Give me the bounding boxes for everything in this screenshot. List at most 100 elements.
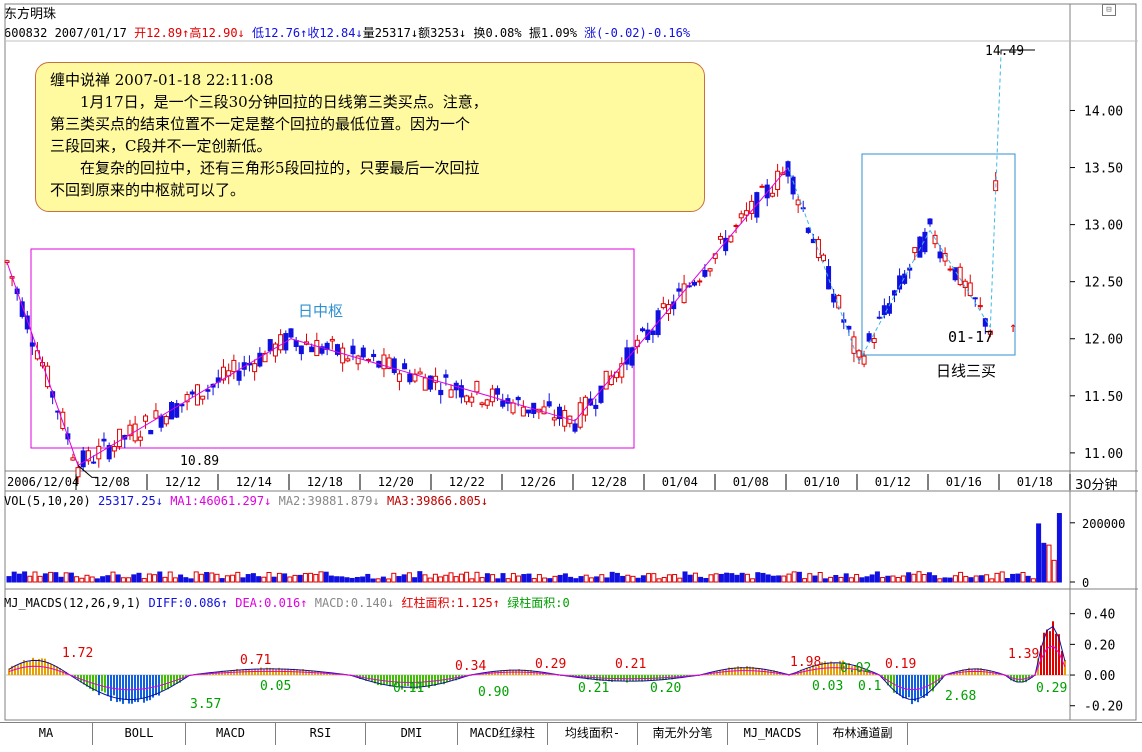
volume-bar	[942, 577, 948, 583]
macd-bar	[383, 675, 385, 685]
volume-bar	[692, 572, 698, 583]
price-tick-label: 14.00	[1084, 104, 1123, 119]
volume-bar	[848, 577, 854, 583]
volume-bar	[906, 572, 912, 583]
volume-bar	[1036, 523, 1042, 583]
macd-bar	[113, 675, 115, 696]
candle-body	[572, 423, 578, 432]
candle-body	[697, 280, 703, 283]
volume-bar	[79, 577, 85, 583]
volume-bar	[750, 578, 756, 583]
volume-bar	[479, 577, 485, 583]
period-label[interactable]: 30分钟	[1075, 474, 1118, 493]
tab-tick[interactable]: 南无外分笔	[638, 723, 728, 745]
candle-body	[4, 260, 10, 264]
tab-rsi[interactable]: RSI	[276, 723, 366, 745]
time-tick-label: 01/10	[804, 475, 840, 489]
volume-bar	[365, 573, 371, 583]
candle-body	[137, 436, 143, 441]
candle-body	[272, 343, 278, 357]
volume-bar	[297, 574, 303, 583]
volume-bar	[625, 574, 631, 583]
tab-ma-area[interactable]: 均线面积-	[548, 723, 638, 745]
volume-bar	[344, 577, 350, 583]
volume-bar	[406, 572, 412, 583]
volume-bar	[646, 573, 652, 583]
volume-bar	[1015, 573, 1021, 583]
note-line-4: 在复杂的回拉中，还有三角形5段回拉的，只要最后一次回拉	[80, 159, 480, 177]
candle-body	[80, 450, 86, 468]
volume-bar	[661, 576, 667, 583]
zhongshu-label: 日中枢	[298, 302, 344, 320]
time-tick-label: 12/28	[591, 475, 627, 489]
macd-bar	[827, 662, 829, 676]
volume-bar	[531, 578, 537, 583]
volume-bar	[666, 574, 672, 583]
macd-bar	[119, 675, 121, 702]
vol-ma3: MA3:39866.805↓	[386, 494, 489, 508]
macd-bar	[1055, 633, 1057, 676]
volume-bar	[349, 577, 355, 583]
candle-body	[205, 389, 211, 392]
candle-body	[743, 210, 749, 216]
macd-bar	[974, 669, 976, 676]
volume-bar	[718, 573, 724, 583]
volume-bar	[568, 576, 574, 583]
macd-bar	[437, 675, 439, 685]
macd-area-label: 0.90	[478, 685, 509, 700]
tab-mj-macds[interactable]: MJ_MACDS	[728, 723, 818, 745]
candle-body	[293, 340, 299, 348]
candle-body	[148, 429, 154, 435]
tab-boll[interactable]: BOLL	[93, 723, 186, 745]
time-tick-label: 01/12	[875, 475, 911, 489]
low-price-label: 10.89	[180, 454, 220, 469]
tab-macd[interactable]: MACD	[186, 723, 276, 745]
volume-bar	[708, 574, 714, 583]
volume-bar	[973, 575, 979, 583]
candle-body	[355, 355, 361, 365]
candle-body	[912, 247, 918, 254]
time-tick-label: 12/12	[165, 475, 201, 489]
volume-bar	[984, 574, 990, 583]
volume-bar	[807, 573, 813, 583]
candle-body	[448, 389, 454, 398]
volume-bar	[703, 577, 709, 583]
volume-bar	[594, 576, 600, 583]
candle-body	[510, 402, 516, 414]
volume-bar	[952, 575, 958, 583]
volume-bar	[427, 577, 433, 583]
volume-bar	[682, 571, 688, 583]
volume-bar	[89, 576, 95, 583]
volume-bar	[838, 576, 844, 583]
stroke-segment	[787, 167, 860, 362]
volume-bar	[63, 572, 69, 583]
candle-body	[917, 236, 923, 258]
volume-bar	[620, 575, 626, 583]
candle-body	[427, 375, 433, 390]
macd-area-label: 1.98	[790, 655, 821, 670]
volume-bar	[895, 577, 901, 583]
volume-bar	[1041, 542, 1047, 583]
volume-bar	[323, 571, 329, 583]
candle-body	[24, 315, 30, 330]
macd-bar	[1052, 621, 1054, 676]
macd-tick-label: -0.20	[1084, 700, 1123, 715]
tab-boll-sub[interactable]: 布林通道副	[818, 723, 908, 745]
macd-bar	[767, 670, 769, 676]
candle-body	[707, 268, 713, 272]
volume-bar	[505, 578, 511, 583]
volume-bar	[843, 573, 849, 583]
candle-body	[851, 336, 857, 354]
tab-dmi[interactable]: DMI	[366, 723, 458, 745]
volume-bar	[42, 573, 48, 583]
macd-bar	[914, 675, 916, 702]
price-tick-label: 13.50	[1084, 162, 1123, 177]
volume-bar	[588, 577, 594, 583]
candle-body	[200, 395, 206, 400]
candle-body	[526, 409, 532, 414]
candle-body	[551, 417, 557, 421]
macd-bar	[29, 660, 31, 676]
tab-macd-bars[interactable]: MACD红绿柱	[458, 723, 548, 745]
tab-ma[interactable]: MA	[0, 723, 93, 745]
macd-bar	[644, 675, 646, 681]
